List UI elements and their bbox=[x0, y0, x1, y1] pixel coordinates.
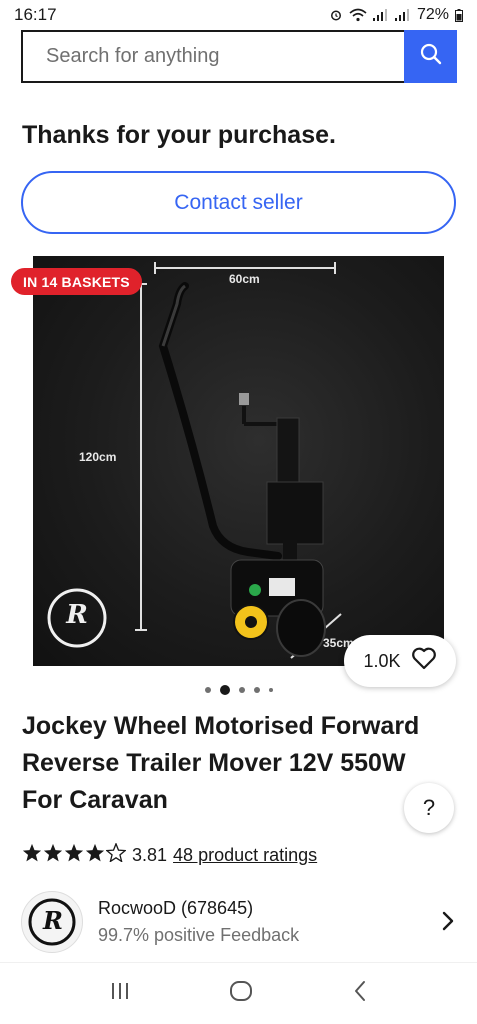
search-button[interactable] bbox=[404, 30, 457, 83]
chevron-right-icon bbox=[441, 910, 455, 937]
baskets-badge: IN 14 BASKETS bbox=[11, 268, 142, 295]
watch-button[interactable]: 1.0K bbox=[344, 635, 456, 687]
watch-count: 1.0K bbox=[363, 650, 401, 671]
search-bar: Search for anything bbox=[21, 30, 457, 83]
signal-icon-2 bbox=[394, 9, 411, 21]
carousel-dot[interactable] bbox=[238, 687, 245, 693]
back-icon bbox=[354, 981, 365, 1001]
recent-apps-button[interactable] bbox=[109, 981, 131, 1006]
help-button[interactable]: ? bbox=[404, 783, 454, 833]
star-empty-icon bbox=[105, 842, 127, 867]
rating-summary: 3.81 48 product ratings bbox=[22, 842, 317, 867]
star-full-icon bbox=[43, 843, 63, 867]
signal-icon bbox=[372, 9, 389, 21]
search-icon bbox=[420, 43, 442, 70]
brand-logo: R bbox=[66, 600, 88, 630]
star-full-icon bbox=[64, 843, 84, 867]
product-title: Jockey Wheel Motorised Forward Reverse T… bbox=[22, 712, 420, 814]
seller-info-row[interactable]: R RocwooD (678645) 99.7% positive Feedba… bbox=[0, 888, 477, 960]
contact-seller-button[interactable]: Contact seller bbox=[21, 171, 456, 234]
dimension-width-label: 60cm bbox=[229, 272, 260, 286]
search-input[interactable]: Search for anything bbox=[21, 30, 404, 83]
star-rating bbox=[22, 842, 127, 867]
back-button[interactable] bbox=[352, 979, 368, 1008]
seller-text: RocwooD (678645) 99.7% positive Feedback bbox=[98, 898, 299, 946]
status-time: 16:17 bbox=[14, 5, 57, 24]
seller-feedback: 99.7% positive Feedback bbox=[98, 925, 300, 945]
dimension-height-label: 120cm bbox=[79, 450, 117, 464]
carousel-dot[interactable] bbox=[253, 687, 260, 693]
status-bar: 16:17 72% bbox=[0, 0, 477, 30]
rating-value: 3.81 bbox=[132, 844, 168, 865]
home-icon bbox=[230, 981, 253, 1001]
seller-name: RocwooD (678645) bbox=[98, 898, 254, 918]
carousel-dot[interactable] bbox=[268, 688, 273, 692]
star-full-icon bbox=[85, 843, 105, 867]
alarm-icon bbox=[329, 8, 343, 22]
system-nav-bar bbox=[0, 962, 477, 1024]
product-image-carousel[interactable]: 60cm 120cm 35cm R bbox=[0, 256, 477, 666]
battery-level: 72% bbox=[416, 6, 449, 23]
product-ratings-link[interactable]: 48 product ratings bbox=[173, 845, 317, 866]
seller-avatar: R bbox=[21, 891, 83, 953]
heart-icon bbox=[411, 647, 437, 675]
product-photo: 60cm 120cm 35cm R bbox=[33, 256, 444, 666]
wifi-icon bbox=[349, 8, 367, 22]
star-full-icon bbox=[22, 843, 42, 867]
recent-apps-icon bbox=[112, 983, 129, 999]
status-icons: 72% bbox=[329, 6, 463, 24]
purchase-confirmation-heading: Thanks for your purchase. bbox=[22, 121, 336, 149]
carousel-dot[interactable] bbox=[204, 687, 211, 693]
battery-icon bbox=[455, 8, 463, 22]
home-button[interactable] bbox=[229, 979, 253, 1008]
carousel-indicator bbox=[0, 685, 477, 695]
seller-logo-letter: R bbox=[43, 906, 63, 935]
carousel-dot-active[interactable] bbox=[219, 685, 230, 695]
